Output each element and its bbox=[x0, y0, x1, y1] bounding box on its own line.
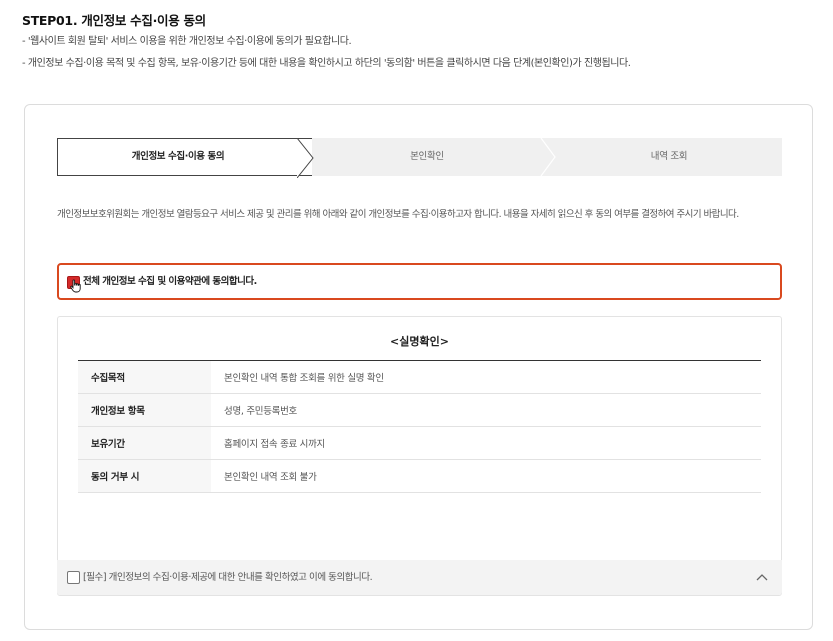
agree-all-label: 전체 개인정보 수집 및 이용약관에 동의합니다. bbox=[83, 276, 257, 287]
required-agree-checkbox[interactable] bbox=[67, 571, 80, 584]
step-indicator: 개인정보 수집·이용 동의 본인확인 내역 조회 bbox=[57, 138, 782, 178]
page-title: STEP01. 개인정보 수집·이용 동의 bbox=[22, 13, 206, 28]
step-identity: 본인확인 bbox=[410, 151, 444, 162]
row-value: 본인확인 내역 조회 불가 bbox=[211, 459, 761, 493]
chevron-up-icon[interactable] bbox=[756, 573, 768, 581]
row-value: 본인확인 내역 통합 조회를 위한 실명 확인 bbox=[211, 360, 761, 394]
row-label: 동의 거부 시 bbox=[78, 459, 211, 493]
table-row: 보유기간 홈페이지 접속 종료 시까지 bbox=[78, 426, 761, 460]
table-row: 수집목적 본인확인 내역 통합 조회를 위한 실명 확인 bbox=[78, 360, 761, 394]
page-header: STEP01. 개인정보 수집·이용 동의 - '웹사이트 회원 탈퇴' 서비스… bbox=[22, 11, 823, 75]
header-notice-2: - 개인정보 수집·이용 목적 및 수집 항목, 보유·이용기간 등에 대한 내… bbox=[22, 58, 631, 69]
terms-table: 수집목적 본인확인 내역 통합 조회를 위한 실명 확인 개인정보 항목 성명,… bbox=[78, 360, 761, 493]
step-consent-label: 개인정보 수집·이용 동의 bbox=[131, 151, 225, 162]
table-row: 동의 거부 시 본인확인 내역 조회 불가 bbox=[78, 459, 761, 493]
row-label: 개인정보 항목 bbox=[78, 393, 211, 427]
pointer-hand-icon bbox=[70, 279, 81, 293]
row-value: 성명, 주민등록번호 bbox=[211, 393, 761, 427]
step-separator-icon bbox=[540, 138, 556, 176]
terms-box: <실명확인> 수집목적 본인확인 내역 통합 조회를 위한 실명 확인 개인정보… bbox=[57, 316, 782, 596]
required-agree-row[interactable]: [필수] 개인정보의 수집·이용·제공에 대한 안내를 확인하였고 이에 동의합… bbox=[57, 560, 782, 595]
step-consent: 개인정보 수집·이용 동의 bbox=[57, 138, 314, 178]
intro-text: 개인정보보호위원회는 개인정보 열람등요구 서비스 제공 및 관리를 위해 아래… bbox=[57, 209, 739, 220]
header-notice-1: - '웹사이트 회원 탈퇴' 서비스 이용을 위한 개인정보 수집·이용에 동의… bbox=[22, 36, 352, 47]
row-label: 수집목적 bbox=[78, 360, 211, 394]
step-arrow-icon bbox=[297, 138, 314, 178]
row-value: 홈페이지 접속 종료 시까지 bbox=[211, 426, 761, 460]
agree-all-checkbox-row[interactable]: 전체 개인정보 수집 및 이용약관에 동의합니다. bbox=[57, 263, 782, 300]
row-label: 보유기간 bbox=[78, 426, 211, 460]
consent-card: 개인정보 수집·이용 동의 본인확인 내역 조회 개인정보보호위원회는 개인정보… bbox=[24, 104, 813, 630]
table-row: 개인정보 항목 성명, 주민등록번호 bbox=[78, 393, 761, 427]
terms-title: <실명확인> bbox=[390, 335, 449, 348]
step-history: 내역 조회 bbox=[650, 151, 688, 162]
required-agree-label: [필수] 개인정보의 수집·이용·제공에 대한 안내를 확인하였고 이에 동의합… bbox=[83, 572, 373, 583]
